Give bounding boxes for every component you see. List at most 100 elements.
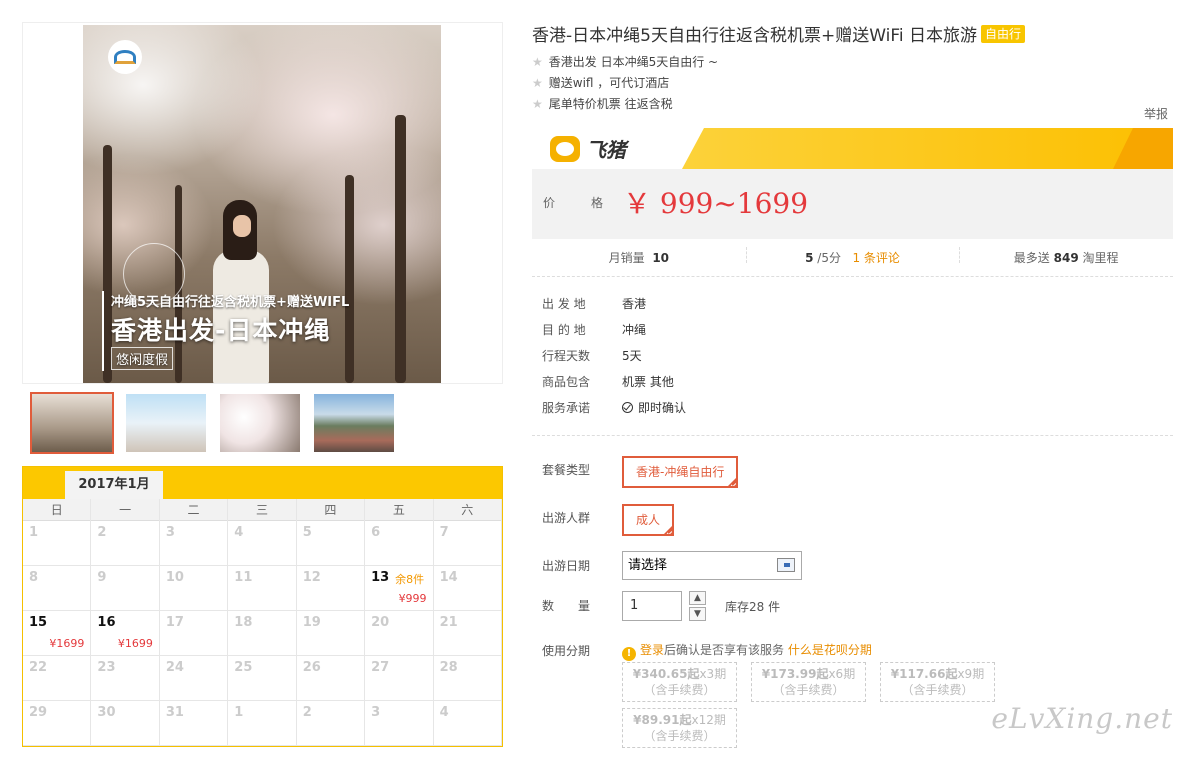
calendar-day: 19 bbox=[296, 611, 366, 656]
calendar-day[interactable]: 15 ¥1699 bbox=[23, 611, 92, 656]
quantity-decrease-button[interactable]: ▼ bbox=[689, 607, 706, 621]
feature-item: ★ 尾单特价机票 往返含税 bbox=[532, 94, 1173, 115]
calendar-day: 3 bbox=[159, 521, 229, 566]
image-caption-tag: 悠闲度假 bbox=[111, 347, 174, 370]
calendar-weekdays: 日一二三四五六 bbox=[23, 499, 502, 521]
day-price: ¥999 bbox=[398, 592, 427, 605]
day-number: 24 bbox=[165, 660, 184, 675]
info-label: 出 发 地 bbox=[542, 296, 586, 311]
calendar-day: 7 bbox=[433, 521, 502, 566]
calendar-day: 22 bbox=[23, 656, 92, 701]
day-number: 3 bbox=[371, 705, 381, 720]
feature-item: ★ 香港出发 日本冲绳5天自由行 ~ bbox=[532, 52, 1173, 73]
calendar-month-tab[interactable]: 2017年1月 bbox=[65, 471, 163, 499]
info-value: 香港 bbox=[622, 296, 647, 311]
calendar-day: 1 bbox=[228, 701, 297, 746]
price-value: ￥ 999~1699 bbox=[623, 187, 809, 220]
calendar-grid: 1 2 3 4 5 6 7 8 9 10 11 12 13 余8件 ¥999 14 15 ¥1699 16 ¥1699… bbox=[23, 521, 502, 746]
calendar-icon[interactable] bbox=[777, 558, 795, 572]
main-product-image[interactable]: 冲绳5天自由行往返含税机票+赠送WIFL 香港出发-日本冲绳 悠闲度假 bbox=[83, 25, 441, 383]
price-row: 价 格 ￥ 999~1699 bbox=[543, 182, 808, 222]
thumbnail-1[interactable] bbox=[30, 392, 114, 454]
day-number: 14 bbox=[439, 570, 458, 585]
day-number: 10 bbox=[165, 570, 184, 585]
check-icon bbox=[666, 529, 673, 534]
login-link[interactable]: 登录 bbox=[640, 643, 664, 657]
day-number: 9 bbox=[97, 570, 107, 585]
huabei-help-link[interactable]: 什么是花呗分期 bbox=[788, 643, 872, 657]
installment-label: 使用分期 bbox=[542, 644, 591, 658]
package-option-selected[interactable]: 香港-冲绳自由行 bbox=[622, 456, 739, 488]
thumbnail-2[interactable] bbox=[124, 392, 208, 454]
day-number: 2 bbox=[302, 705, 312, 720]
price-calendar: 2017年1月 日一二三四五六 1 2 3 4 5 6 7 8 9 10 11 12 13 余8件 ¥999… bbox=[22, 466, 503, 747]
weekday-header: 三 bbox=[228, 499, 297, 521]
calendar-day: 11 bbox=[228, 566, 297, 611]
calendar-day: 2 bbox=[296, 701, 366, 746]
calendar-day: 3 bbox=[365, 701, 434, 746]
calendar-day: 10 bbox=[159, 566, 229, 611]
installment-plan-option[interactable]: ¥173.99起x6期 （含手续费） bbox=[751, 662, 866, 702]
day-number: 8 bbox=[29, 570, 39, 585]
quantity-input[interactable]: 1 bbox=[622, 591, 682, 621]
stock-count: 库存28 件 bbox=[725, 600, 781, 614]
plan-fee-note: （含手续费） bbox=[901, 683, 974, 697]
day-number: 1 bbox=[29, 525, 39, 540]
weekday-header: 六 bbox=[434, 499, 502, 521]
weekday-header: 日 bbox=[23, 499, 92, 521]
day-number: 4 bbox=[234, 525, 244, 540]
plan-amount: ¥340.65起 bbox=[632, 667, 700, 681]
travel-date-picker[interactable]: 请选择 bbox=[622, 551, 802, 580]
tree-trunk bbox=[395, 115, 406, 383]
date-label: 出游日期 bbox=[542, 559, 591, 573]
installment-plan-option[interactable]: ¥117.66起x9期 （含手续费） bbox=[880, 662, 995, 702]
calendar-day[interactable]: 16 ¥1699 bbox=[91, 611, 160, 656]
installment-plan-option[interactable]: ¥89.91起x12期 （含手续费） bbox=[622, 708, 737, 748]
calendar-day: 4 bbox=[228, 521, 297, 566]
installment-note: ! 登录后确认是否享有该服务 什么是花呗分期 bbox=[622, 641, 872, 661]
installment-plan-option[interactable]: ¥340.65起x3期 （含手续费） bbox=[622, 662, 737, 702]
day-number: 6 bbox=[371, 525, 381, 540]
reviews-link[interactable]: 1 条评论 bbox=[852, 251, 899, 265]
calendar-day: 24 bbox=[159, 656, 229, 701]
quantity-label: 数 量 bbox=[542, 599, 591, 613]
day-number: 1 bbox=[234, 705, 244, 720]
info-value: 机票 其他 bbox=[622, 374, 674, 389]
day-number: 25 bbox=[234, 660, 253, 675]
quantity-increase-button[interactable]: ▲ bbox=[689, 591, 706, 605]
day-number: 22 bbox=[29, 660, 48, 675]
day-number: 29 bbox=[29, 705, 48, 720]
day-number: 17 bbox=[165, 615, 184, 630]
day-number: 5 bbox=[302, 525, 312, 540]
calendar-day: 1 bbox=[23, 521, 92, 566]
plan-fee-note: （含手续费） bbox=[772, 683, 845, 697]
weekday-header: 五 bbox=[365, 499, 434, 521]
info-value: 即时确认 bbox=[622, 399, 686, 416]
calendar-day[interactable]: 13 余8件 ¥999 bbox=[365, 566, 434, 611]
star-icon: ★ bbox=[532, 97, 543, 111]
crowd-option-selected[interactable]: 成人 bbox=[622, 504, 675, 536]
calendar-day: 14 bbox=[433, 566, 502, 611]
thumbnail-4[interactable] bbox=[312, 392, 396, 454]
thumbnail-3[interactable] bbox=[218, 392, 302, 454]
thumbnail-strip bbox=[30, 392, 396, 454]
day-number: 13 bbox=[371, 570, 390, 585]
day-number: 21 bbox=[439, 615, 458, 630]
calendar-day: 23 bbox=[91, 656, 160, 701]
plan-fee-note: （含手续费） bbox=[643, 729, 716, 743]
price-label: 价 格 bbox=[543, 195, 608, 210]
calendar-header: 2017年1月 bbox=[23, 467, 502, 499]
report-link[interactable]: 举报 bbox=[1144, 105, 1168, 122]
day-number: 31 bbox=[165, 705, 184, 720]
image-caption-line1: 冲绳5天自由行往返含税机票+赠送WIFL bbox=[111, 295, 350, 310]
brand-bar: 飞猪 bbox=[532, 128, 1173, 169]
weekday-header: 四 bbox=[297, 499, 366, 521]
brand-name: 飞猪 bbox=[586, 138, 626, 162]
calendar-day: 12 bbox=[296, 566, 366, 611]
info-row: 商品包含 机票 其他 bbox=[542, 368, 1172, 394]
calendar-day: 9 bbox=[91, 566, 160, 611]
info-value-text: 即时确认 bbox=[638, 400, 687, 415]
brand-logo-icon bbox=[108, 40, 142, 74]
calendar-day: 26 bbox=[296, 656, 366, 701]
calendar-day: 31 bbox=[159, 701, 229, 746]
